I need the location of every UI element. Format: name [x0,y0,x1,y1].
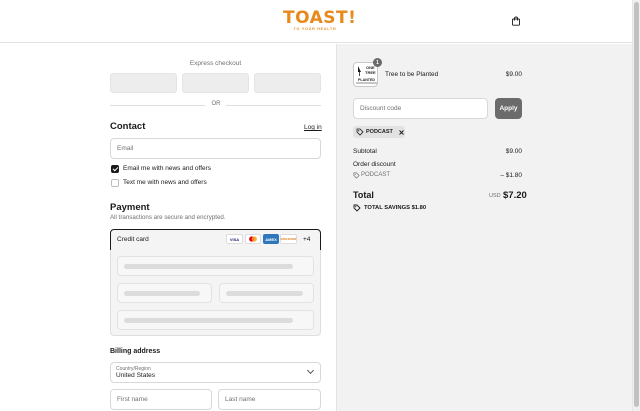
subtotal-value: $9.00 [505,148,522,155]
discount-code-label: PODCAST [361,172,391,178]
currency-code: USD [489,193,501,199]
first-name-field[interactable] [110,389,212,410]
order-discount-label: Order discount [353,161,396,168]
express-checkout-label: Express checkout [189,60,242,67]
page-header: TOAST! TO YOUR HEALTH [0,0,632,43]
payment-heading: Payment [110,202,150,213]
scrollbar-thumb[interactable] [634,2,639,407]
more-cards-count: +4 [303,236,311,243]
discount-value: – $1.80 [500,172,522,179]
checkout-form [0,44,336,411]
or-divider-label: OR [211,101,221,107]
product-price: $9.00 [505,71,522,78]
total-value: $7.20 [503,190,527,201]
last-name-input[interactable] [219,390,320,409]
total-label: Total [353,190,374,200]
express-pay-button-2[interactable] [182,73,249,93]
visa-icon: VISA [226,234,243,244]
email-input[interactable] [111,139,320,158]
country-value: United States [116,372,156,379]
savings-tag-icon [353,204,361,212]
news-offers-checkbox[interactable] [111,165,119,173]
close-icon[interactable] [398,129,405,136]
payment-subtitle: All transactions are secure and encrypte… [110,214,226,221]
text-offers-checkbox[interactable] [111,179,119,187]
discount-chip: PODCAST [353,126,405,138]
product-name: Tree to be Planted [385,71,439,78]
first-name-input[interactable] [111,390,211,409]
divider [226,105,321,106]
email-field[interactable] [110,138,321,159]
express-pay-button-3[interactable] [254,73,321,93]
discount-chip-label: PODCAST [366,129,393,135]
mastercard-logo-icon [249,236,257,242]
loading-placeholder [124,318,293,323]
product-image-text: ONE TREE [365,65,376,75]
contact-heading: Contact [110,121,146,132]
total-savings: TOTAL SAVINGS $1.80 [364,205,426,211]
loading-placeholder [124,291,200,296]
savings-label: TOTAL SAVINGS [364,205,410,211]
discount-code-input[interactable] [354,99,487,118]
tag-icon [356,128,364,136]
express-pay-button-1[interactable] [110,73,177,93]
text-offers-label: Text me with news and offers [123,179,207,186]
subtotal-label: Subtotal [353,148,377,155]
billing-address-heading: Billing address [110,348,161,355]
mastercard-icon [245,234,261,244]
login-link[interactable]: Log in [304,124,322,131]
loading-placeholder [226,291,303,296]
amex-icon: AMEX [263,234,279,244]
apply-button[interactable]: Apply [495,98,522,119]
quantity-badge: 1 [373,58,382,67]
loading-placeholder [124,264,293,269]
savings-value: $1.80 [411,205,427,211]
divider [110,105,205,106]
news-offers-label: Email me with news and offers [123,165,212,172]
store-logo[interactable]: TOAST! TO YOUR HEALTH [283,8,357,32]
discount-code-field[interactable] [353,98,488,119]
credit-card-label: Credit card [117,236,149,243]
page-scrollbar[interactable] [632,0,640,411]
last-name-field[interactable] [218,389,321,410]
shopping-bag-icon[interactable] [511,16,521,26]
tag-icon [353,172,360,179]
discover-icon: DISCOVER [280,234,297,244]
logo-text: TOAST! [283,8,357,28]
